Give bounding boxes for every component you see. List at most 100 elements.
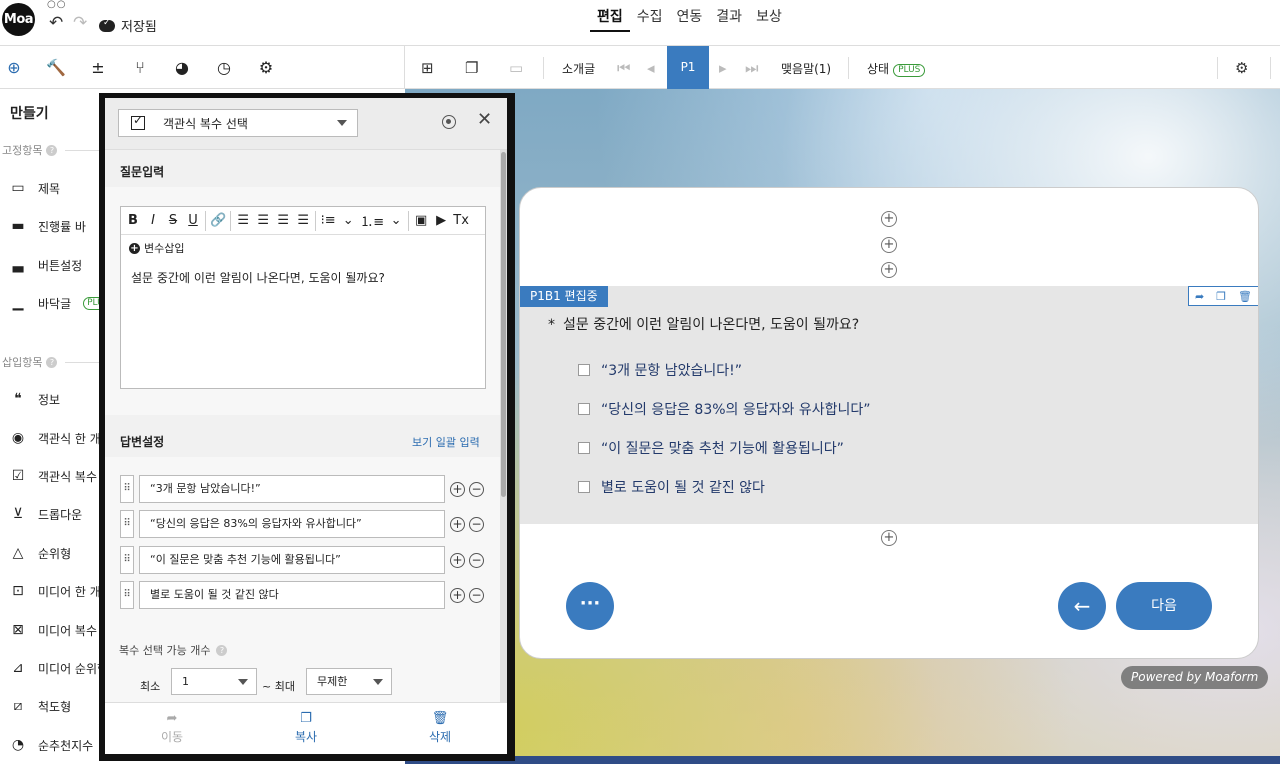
remove-answer-icon[interactable]: − bbox=[469, 588, 484, 603]
sidebar-item-single-choice[interactable]: ◉ 객관식 한 개 bbox=[10, 428, 101, 448]
scrollbar-thumb[interactable] bbox=[501, 152, 506, 497]
moa-logo[interactable]: Moa bbox=[2, 3, 35, 36]
close-icon[interactable]: ✕ bbox=[477, 109, 492, 130]
tab-integrate[interactable]: 연동 bbox=[670, 8, 710, 32]
option-item[interactable]: “3개 문항 남았습니다!” bbox=[578, 360, 742, 380]
bullet-list-icon[interactable]: ⁝≡ bbox=[320, 213, 336, 228]
tab-reward[interactable]: 보상 bbox=[749, 8, 789, 32]
sidebar-item-footer[interactable]: ▁ 바닥글 PLU bbox=[10, 293, 108, 313]
help-icon[interactable]: ? bbox=[46, 356, 58, 368]
strike-icon[interactable]: S bbox=[165, 213, 181, 228]
remove-answer-icon[interactable]: − bbox=[469, 553, 484, 568]
answer-input[interactable]: 별로 도움이 될 것 같진 않다 bbox=[139, 581, 445, 609]
copy-icon[interactable]: ❐ bbox=[1216, 290, 1226, 303]
drag-handle-icon[interactable]: ⠿ bbox=[120, 546, 134, 574]
tab-results[interactable]: 결과 bbox=[709, 8, 749, 32]
copy-page-icon[interactable]: ❐ bbox=[465, 59, 478, 77]
status-button[interactable]: 상태 PLUS bbox=[867, 60, 926, 77]
redo-icon[interactable]: ↷ bbox=[73, 13, 87, 33]
underline-icon[interactable]: U bbox=[185, 213, 201, 228]
drag-handle-icon[interactable]: ⠿ bbox=[120, 475, 134, 503]
add-answer-icon[interactable]: + bbox=[450, 588, 465, 603]
add-answer-icon[interactable]: + bbox=[450, 553, 465, 568]
checkbox[interactable] bbox=[578, 364, 590, 376]
align-center-icon[interactable]: ☰ bbox=[255, 213, 271, 228]
bold-icon[interactable]: B bbox=[125, 213, 141, 228]
back-button[interactable]: ← bbox=[1058, 582, 1106, 630]
add-circle-icon[interactable]: ⊕ bbox=[0, 57, 35, 92]
delete-button[interactable]: 🗑 삭제 bbox=[400, 711, 480, 745]
tab-collect[interactable]: 수집 bbox=[630, 8, 670, 32]
help-icon[interactable]: ? bbox=[216, 644, 228, 656]
image-icon[interactable]: ▣ bbox=[413, 213, 429, 228]
option-item[interactable]: “당신의 응답은 83%의 응답자와 유사합니다” bbox=[578, 399, 871, 419]
align-right-icon[interactable]: ☰ bbox=[275, 213, 291, 228]
min-select[interactable]: 1 bbox=[171, 668, 257, 695]
next-page-icon[interactable]: ▸ bbox=[719, 59, 727, 77]
italic-icon[interactable]: I bbox=[145, 213, 161, 228]
page-settings-icon[interactable]: ⚙ bbox=[1235, 59, 1248, 77]
clock-icon[interactable]: ◷ bbox=[213, 57, 235, 79]
number-list-icon[interactable]: ⒈≡ bbox=[360, 211, 384, 230]
sidebar-item-ranking[interactable]: △ 순위형 bbox=[10, 543, 72, 563]
undo-icon[interactable]: ↶ bbox=[49, 13, 63, 33]
add-answer-icon[interactable]: + bbox=[450, 517, 465, 532]
prev-page-icon[interactable]: ◂ bbox=[647, 59, 655, 77]
answer-input[interactable]: “당신의 응답은 83%의 응답자와 유사합니다” bbox=[139, 510, 445, 538]
sidebar-item-media-multi[interactable]: ⊠ 미디어 복수 bbox=[10, 620, 97, 640]
option-item[interactable]: “이 질문은 맞춤 추천 기능에 활용됩니다” bbox=[578, 438, 844, 458]
move-icon[interactable]: ➦ bbox=[1195, 290, 1204, 303]
rich-text-editor[interactable]: B I S U 🔗 ☰ ☰ ☰ ☰ ⁝≡ ⌄ ⒈≡ ⌄ ▣ ▶ Tx + 변수삽… bbox=[120, 206, 486, 389]
pie-chart-icon[interactable]: ◕ bbox=[171, 57, 193, 79]
powered-by-badge[interactable]: Powered by Moaform bbox=[1121, 666, 1269, 689]
sidebar-item-dropdown[interactable]: ⊻ 드롭다운 bbox=[10, 504, 82, 524]
question-type-select[interactable]: 객관식 복수 선택 bbox=[118, 109, 358, 137]
gear-icon[interactable]: ⚙ bbox=[255, 57, 277, 79]
remove-answer-icon[interactable]: − bbox=[469, 482, 484, 497]
delete-page-icon[interactable]: ▭ bbox=[509, 59, 523, 77]
option-item[interactable]: 별로 도움이 될 것 같진 않다 bbox=[578, 477, 765, 497]
trash-icon[interactable]: 🗑 bbox=[1238, 290, 1252, 303]
drag-handle-icon[interactable]: ⠿ bbox=[120, 510, 134, 538]
closing-button[interactable]: 맺음말(1) bbox=[781, 60, 831, 77]
next-button[interactable]: 다음 bbox=[1116, 582, 1212, 630]
add-block-icon[interactable]: + bbox=[881, 211, 897, 227]
align-justify-icon[interactable]: ☰ bbox=[295, 213, 311, 228]
add-answer-icon[interactable]: + bbox=[450, 482, 465, 497]
chevron-down-icon[interactable]: ⌄ bbox=[340, 213, 356, 228]
add-block-icon[interactable]: + bbox=[881, 262, 897, 278]
answer-input[interactable]: “3개 문항 남았습니다!” bbox=[139, 475, 445, 503]
branch-icon[interactable]: ⑂ bbox=[129, 57, 151, 79]
checkbox[interactable] bbox=[578, 442, 590, 454]
more-button[interactable]: ··· bbox=[566, 582, 614, 630]
clear-format-icon[interactable]: Tx bbox=[453, 213, 469, 228]
checkbox[interactable] bbox=[578, 481, 590, 493]
first-page-icon[interactable]: ⏮ bbox=[617, 59, 631, 77]
sidebar-item-button[interactable]: ▃ 버튼설정 bbox=[10, 255, 83, 275]
sidebar-item-scale[interactable]: ⧄ 척도형 bbox=[10, 696, 72, 716]
calculator-icon[interactable]: ± bbox=[87, 57, 109, 79]
sidebar-item-info[interactable]: ❝ 정보 bbox=[10, 389, 60, 409]
drag-handle-icon[interactable]: ⠿ bbox=[120, 581, 134, 609]
bulk-input-link[interactable]: 보기 일괄 입력 bbox=[412, 434, 480, 450]
add-block-icon[interactable]: + bbox=[881, 530, 897, 546]
question-block[interactable]: P1B1 편집중 ➦ ❐ 🗑 * 설문 중간에 이런 알림이 나온다면, 도움이 … bbox=[520, 286, 1258, 524]
copy-button[interactable]: ❐ 복사 bbox=[266, 711, 346, 745]
page-p1-button[interactable]: P1 bbox=[667, 46, 709, 89]
add-block-icon[interactable]: + bbox=[881, 237, 897, 253]
remove-answer-icon[interactable]: − bbox=[469, 517, 484, 532]
sidebar-item-multi-choice[interactable]: ☑ 객관식 복수 bbox=[10, 466, 97, 486]
help-icon[interactable]: ? bbox=[46, 144, 58, 156]
locate-icon[interactable] bbox=[442, 115, 456, 129]
intro-button[interactable]: 소개글 bbox=[562, 60, 595, 77]
tab-edit[interactable]: 편집 bbox=[590, 8, 630, 32]
video-icon[interactable]: ▶ bbox=[433, 213, 449, 228]
checkbox[interactable] bbox=[578, 403, 590, 415]
align-left-icon[interactable]: ☰ bbox=[235, 213, 251, 228]
add-page-icon[interactable]: ⊞ bbox=[421, 59, 434, 77]
max-select[interactable]: 무제한 bbox=[306, 668, 392, 695]
move-button[interactable]: ➦ 이동 bbox=[132, 711, 212, 745]
sidebar-item-nps[interactable]: ◔ 순추천지수 bbox=[10, 735, 93, 755]
chevron-down-icon[interactable]: ⌄ bbox=[388, 213, 404, 228]
panel-scrollbar[interactable] bbox=[500, 150, 507, 702]
